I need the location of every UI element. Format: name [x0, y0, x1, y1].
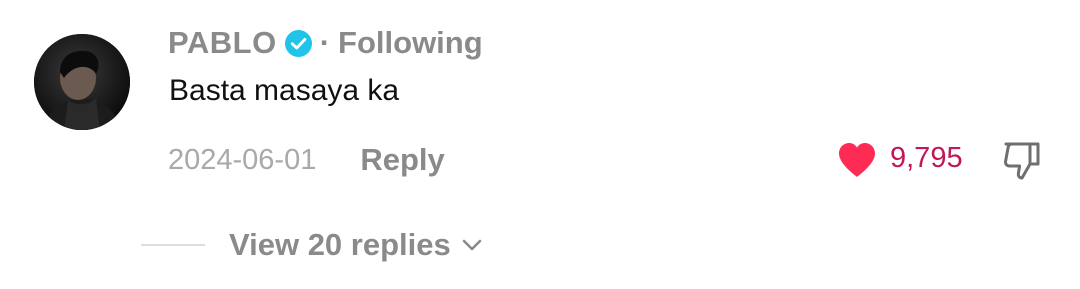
heart-icon[interactable] — [836, 141, 878, 179]
comment-date: 2024-06-01 — [168, 143, 317, 176]
reply-button[interactable]: Reply — [360, 142, 444, 178]
separator-dot: · — [319, 25, 331, 60]
avatar-image — [34, 34, 130, 130]
thumbs-down-icon[interactable] — [1000, 140, 1044, 182]
like-count: 9,795 — [890, 142, 963, 174]
comment-header: PABLO · Following — [168, 22, 483, 64]
username[interactable]: PABLO — [168, 25, 277, 61]
comment-text: Basta masaya ka — [169, 74, 400, 107]
view-replies-label: View 20 replies — [229, 227, 451, 262]
comment-actions: 2024-06-01 Reply 9,795 — [168, 138, 1048, 182]
replies-row: View 20 replies — [141, 224, 485, 266]
verified-badge-icon — [284, 29, 312, 57]
avatar[interactable] — [34, 34, 130, 130]
view-replies-button[interactable]: View 20 replies — [229, 227, 485, 263]
follow-status[interactable]: Following — [338, 25, 483, 61]
chevron-down-icon — [459, 232, 485, 258]
replies-divider — [141, 244, 205, 246]
